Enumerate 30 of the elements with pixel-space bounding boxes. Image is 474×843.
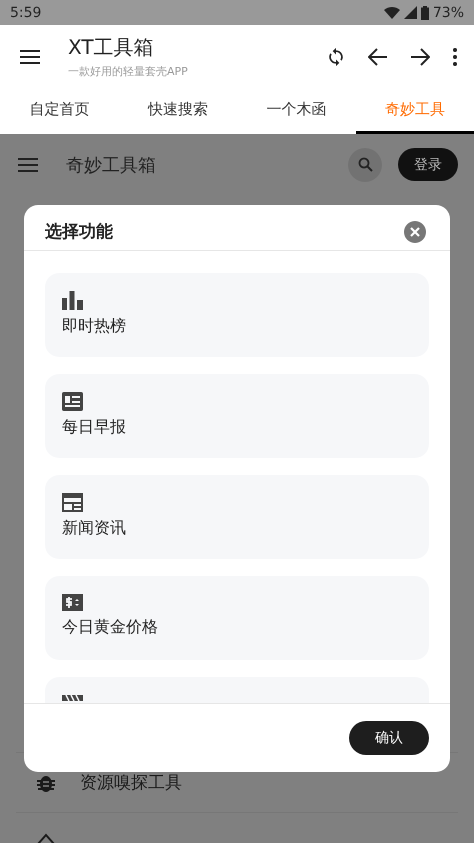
more-icon [453,48,457,66]
login-button[interactable]: 登录 [398,148,458,181]
dialog-title: 选择功能 [45,221,113,243]
confirm-button[interactable]: 确认 [349,721,429,755]
option-card[interactable]: 即时热榜 [45,273,429,357]
option-card[interactable]: 每日早报 [45,374,429,458]
bar-chart-icon [62,291,83,310]
currency-icon [62,594,83,611]
menu-icon[interactable] [18,158,38,172]
close-icon [410,226,420,236]
battery-icon [420,6,429,20]
signal-icon [404,6,417,19]
status-time: 5:59 [10,4,42,20]
option-card[interactable]: 新闻资讯 [45,475,429,559]
option-label: 每日早报 [62,417,127,438]
app-subtitle: 一款好用的轻量套壳APP [68,64,189,79]
option-card[interactable]: 今日黄金价格 [45,576,429,660]
page-title: 奇妙工具箱 [66,154,157,176]
article-icon [62,392,83,411]
newspaper-icon [62,493,83,512]
search-icon [358,157,372,172]
app-title: XT工具箱 [68,34,155,61]
option-label: 即时热榜 [62,316,127,337]
wifi-icon [384,6,400,19]
close-button[interactable] [404,220,426,242]
option-label: 新闻资讯 [62,518,127,539]
battery-level: 73% [432,4,464,20]
search-button[interactable] [348,148,382,182]
tool-row-label[interactable]: 资源嗅探工具 [80,771,182,794]
option-label: 今日黄金价格 [62,617,159,638]
